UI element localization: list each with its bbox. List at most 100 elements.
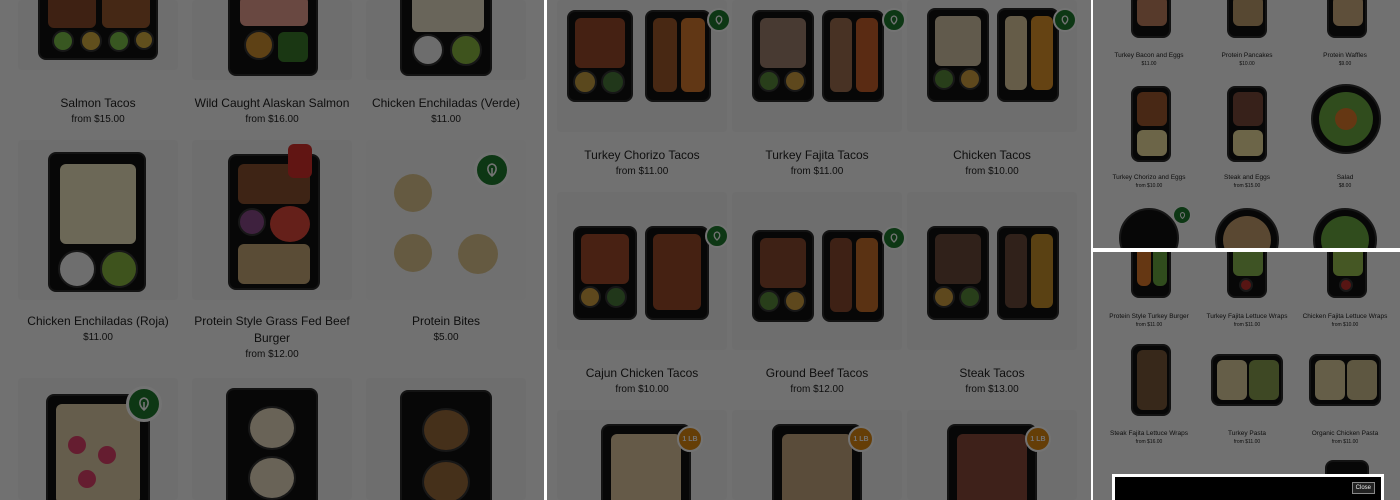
item-price: from $10.00	[1135, 183, 1163, 189]
item-name[interactable]: Wild Caught Alaskan Salmon	[192, 96, 352, 110]
menu-item-turkey-chorizo-tacos[interactable]: Turkey Chorizo Tacos from $11.00	[557, 0, 731, 180]
item-name[interactable]: Chicken Tacos	[907, 148, 1077, 162]
product-image	[18, 140, 178, 300]
product-image	[907, 0, 1077, 132]
menu-item-turkey-chorizo-eggs[interactable]: Turkey Chorizo and Eggs from $10.00	[1101, 82, 1197, 192]
menu-item-cajun-chicken-tacos[interactable]: Cajun Chicken Tacos from $10.00	[557, 192, 729, 395]
item-name[interactable]: Turkey Bacon and Eggs	[1101, 52, 1197, 59]
one-pound-badge: 1 LB	[848, 426, 874, 452]
menu-panel-tacos: Turkey Chorizo Tacos from $11.00 Turkey …	[547, 0, 1091, 500]
menu-item-salad[interactable]: Salad $8.00	[1297, 82, 1393, 192]
item-name[interactable]: Turkey Pasta	[1199, 430, 1295, 437]
item-price: from $16.00	[245, 114, 299, 125]
menu-item-wild-salmon[interactable]: Wild Caught Alaskan Salmon from $16.00	[192, 0, 352, 130]
menu-item-steak-fajita-wraps[interactable]: Steak Fajita Lettuce Wraps from $16.00	[1101, 340, 1197, 450]
one-pound-badge: 1 LB	[677, 426, 703, 452]
badge-label: 1 LB	[853, 435, 869, 443]
badge-label: 1 LB	[682, 435, 698, 443]
menu-item-ground-turkey-1lb[interactable]: 1 LB	[732, 410, 902, 500]
menu-item-steak-1lb[interactable]: 1 LB	[907, 410, 1077, 500]
menu-item-salmon-tacos[interactable]: Salmon Tacos from $15.00	[18, 0, 178, 130]
menu-item-protein-pancakes[interactable]: Protein Pancakes $10.00	[1199, 0, 1295, 70]
product-image	[366, 378, 526, 500]
item-price: from $10.00	[1331, 322, 1359, 328]
item-price: from $11.00	[1233, 322, 1261, 328]
item-name[interactable]: Steak Fajita Lettuce Wraps	[1101, 430, 1197, 437]
menu-item-enchiladas-roja[interactable]: Chicken Enchiladas (Roja) $11.00	[18, 140, 178, 350]
leaf-icon	[1053, 8, 1077, 32]
menu-item-salad-3[interactable]	[1297, 200, 1393, 248]
item-name[interactable]: Turkey Chorizo and Eggs	[1101, 174, 1197, 181]
badge-label: 1 LB	[1030, 435, 1046, 443]
menu-panel-breakfast: Turkey Bacon and Eggs $11.00 Protein Pan…	[1093, 0, 1400, 248]
item-name[interactable]: Chicken Fajita Lettuce Wraps	[1297, 313, 1393, 320]
leaf-icon	[882, 226, 906, 250]
item-price: $11.00	[431, 114, 461, 125]
menu-item-steak-eggs[interactable]: Steak and Eggs from $15.00	[1199, 82, 1295, 192]
leaf-icon	[882, 8, 906, 32]
menu-item-turkey-fajita-tacos[interactable]: Turkey Fajita Tacos from $11.00	[732, 0, 906, 180]
item-name[interactable]: Turkey Fajita Tacos	[732, 148, 902, 162]
item-name-line2[interactable]: Burger	[192, 331, 352, 345]
item-name[interactable]: Chicken Enchiladas (Verde)	[366, 96, 526, 110]
item-name[interactable]: Protein Pancakes	[1199, 52, 1295, 59]
item-name[interactable]: Chicken Enchiladas (Roja)	[18, 314, 178, 328]
menu-item-organic-chicken-pasta[interactable]: Organic Chicken Pasta from $11.00	[1297, 340, 1393, 450]
item-price: from $11.00	[1135, 322, 1163, 328]
menu-item-turkey-bacon-eggs[interactable]: Turkey Bacon and Eggs $11.00	[1101, 0, 1197, 70]
item-name[interactable]: Protein Style Turkey Burger	[1101, 313, 1197, 320]
product-image	[907, 192, 1077, 350]
item-price: from $15.00	[1233, 183, 1261, 189]
menu-item-grass-fed-burger[interactable]: Protein Style Grass Fed Beef Burger from…	[192, 140, 352, 370]
item-price: $10.00	[1239, 61, 1255, 67]
item-price: from $16.00	[1135, 439, 1163, 445]
item-name[interactable]: Protein Bites	[366, 314, 526, 328]
menu-item-oatmeal[interactable]	[18, 378, 178, 500]
product-image	[732, 0, 902, 132]
item-price: from $11.00	[790, 166, 844, 177]
menu-panel-left: Salmon Tacos from $15.00 Wild Caught Ala…	[0, 0, 544, 500]
menu-item-protein-bites[interactable]: Protein Bites $5.00	[366, 140, 526, 350]
menu-item-turkey-pasta[interactable]: Turkey Pasta from $11.00	[1199, 340, 1295, 450]
menu-item-enchiladas-verde[interactable]: Chicken Enchiladas (Verde) $11.00	[366, 0, 526, 130]
menu-item-muffins[interactable]	[192, 378, 352, 500]
product-image	[732, 410, 902, 500]
item-name[interactable]: Ground Beef Tacos	[732, 366, 902, 380]
leaf-icon	[474, 152, 510, 188]
item-name[interactable]: Turkey Fajita Lettuce Wraps	[1199, 313, 1295, 320]
menu-item-grilled-chicken-1lb[interactable]: 1 LB	[557, 410, 727, 500]
menu-item-salad-2[interactable]	[1199, 200, 1295, 248]
menu-item-steak-tacos[interactable]: Steak Tacos from $13.00	[907, 192, 1077, 395]
item-price: $11.00	[1141, 61, 1157, 67]
leaf-icon	[1173, 206, 1191, 224]
item-name[interactable]: Steak Tacos	[907, 366, 1077, 380]
item-name[interactable]: Organic Chicken Pasta	[1297, 430, 1393, 437]
menu-item-protein-waffles[interactable]: Protein Waffles $9.00	[1297, 0, 1393, 70]
item-price: from $11.00	[1331, 439, 1359, 445]
product-image	[18, 0, 178, 70]
item-name[interactable]: Protein Waffles	[1297, 52, 1393, 59]
menu-item-cookies[interactable]	[366, 378, 526, 500]
panel-divider	[544, 0, 547, 500]
menu-item-ground-beef-tacos[interactable]: Ground Beef Tacos from $12.00	[732, 192, 906, 395]
item-name[interactable]: Steak and Eggs	[1199, 174, 1295, 181]
menu-item-chicken-tacos[interactable]: Chicken Tacos from $10.00	[907, 0, 1077, 180]
menu-item-turkey-fajita-wraps[interactable]: Turkey Fajita Lettuce Wraps from $11.00	[1199, 252, 1295, 332]
leaf-icon	[705, 224, 729, 248]
item-name[interactable]: Salmon Tacos	[18, 96, 178, 110]
menu-panel-wraps: Protein Style Turkey Burger from $11.00 …	[1093, 252, 1400, 500]
menu-item-chicken-fajita-wraps[interactable]: Chicken Fajita Lettuce Wraps from $10.00	[1297, 252, 1393, 332]
menu-item-turkey-burger[interactable]: Protein Style Turkey Burger from $11.00	[1101, 252, 1197, 332]
product-image	[557, 0, 727, 132]
item-name[interactable]: Salad	[1297, 174, 1393, 181]
leaf-icon	[707, 8, 731, 32]
menu-item-bowl[interactable]	[1101, 200, 1197, 248]
close-button[interactable]: Close	[1351, 482, 1375, 494]
item-name[interactable]: Turkey Chorizo Tacos	[557, 148, 727, 162]
item-name[interactable]: Protein Style Grass Fed Beef	[192, 314, 352, 328]
product-image	[192, 140, 352, 300]
lightbox-modal: Close	[1112, 474, 1384, 500]
product-image	[192, 0, 352, 80]
item-name[interactable]: Cajun Chicken Tacos	[557, 366, 727, 380]
item-price: from $11.00	[1233, 439, 1261, 445]
